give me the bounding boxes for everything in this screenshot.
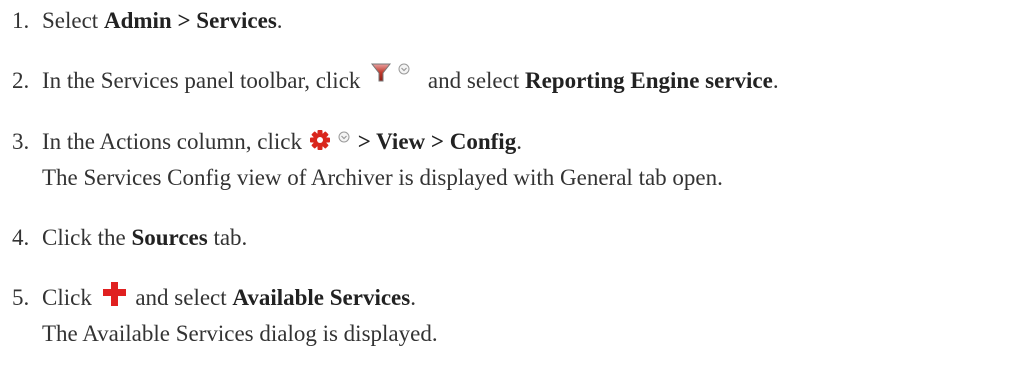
step-number: 5.	[12, 285, 30, 310]
instruction-steps: 1. Select Admin > Services. 2. In the Se…	[0, 0, 1018, 383]
step-text: Select Admin > Services.	[42, 7, 283, 35]
menu-option: Available Services	[232, 285, 411, 310]
step-text-part: Click the	[42, 225, 132, 250]
step-text-part: In the Services panel toolbar, click	[42, 68, 367, 93]
step-text-part: and select	[129, 285, 233, 310]
step-number: 2.	[12, 68, 30, 93]
service-name: Reporting Engine service	[524, 68, 773, 93]
step-text-part: and select	[422, 68, 525, 93]
step-text: In the Services panel toolbar, click and…	[42, 63, 779, 95]
step-text-part: .	[276, 8, 283, 33]
gear-dropdown-icon	[309, 129, 358, 151]
step-text: In the Actions column, click > View > Co…	[42, 128, 522, 156]
step-text-part: .	[410, 285, 416, 310]
step-number: 1.	[12, 8, 30, 33]
step-text-part: Select	[42, 8, 104, 33]
step-text-part: .	[772, 68, 779, 93]
step-note: The Services Config view of Archiver is …	[42, 165, 723, 190]
menu-path: Admin > Services	[103, 8, 277, 33]
step-text: Click and select Available Services.	[42, 281, 416, 314]
step-text-part: tab.	[207, 225, 248, 250]
step-text-part: Click	[42, 285, 98, 310]
filter-dropdown-icon	[370, 61, 420, 85]
step-note: The Available Services dialog is display…	[42, 321, 438, 346]
add-plus-icon	[102, 280, 126, 308]
step-number: 3.	[12, 129, 30, 154]
menu-path: > View > Config	[357, 129, 517, 154]
step-number: 4.	[12, 225, 30, 250]
step-text: Click the Sources tab.	[42, 224, 247, 252]
step-text-part: In the Actions column, click	[42, 129, 308, 154]
step-text-part: .	[516, 129, 522, 154]
tab-name: Sources	[131, 225, 208, 250]
